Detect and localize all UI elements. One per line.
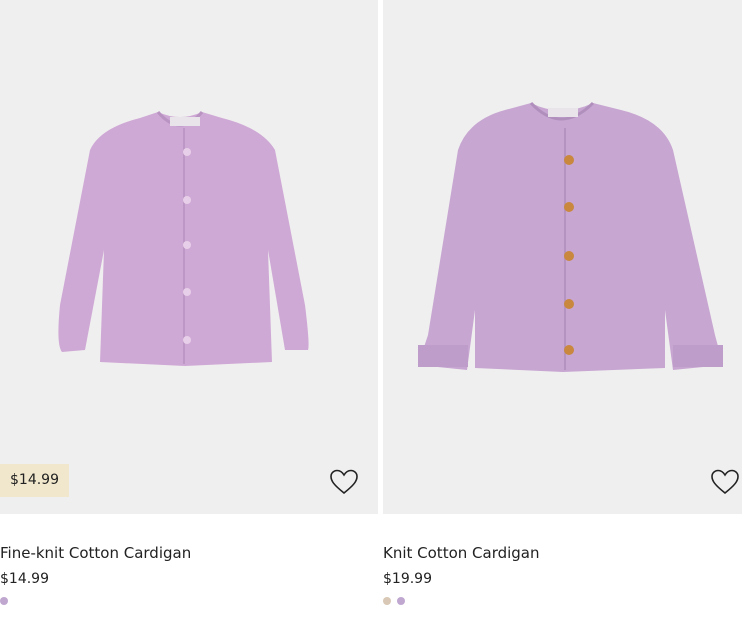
cardigan-image xyxy=(418,101,723,372)
product-price: $19.99 xyxy=(383,571,432,587)
favorite-button[interactable] xyxy=(709,466,741,498)
color-swatch-beige[interactable] xyxy=(383,597,391,605)
product-price: $14.99 xyxy=(0,571,49,587)
favorite-button[interactable] xyxy=(328,466,360,498)
heart-outline-icon xyxy=(330,469,358,495)
color-swatches xyxy=(383,597,742,605)
price-badge: $14.99 xyxy=(0,464,69,497)
heart-outline-icon xyxy=(711,469,739,495)
product-image[interactable]: $14.99 xyxy=(0,0,378,514)
color-swatches xyxy=(0,597,378,605)
product-card[interactable]: $14.99 Fine-knit Cotton Cardigan $14.99 xyxy=(0,0,378,605)
cardigan-image xyxy=(58,111,309,366)
product-name[interactable]: Fine-knit Cotton Cardigan xyxy=(0,544,378,562)
color-swatch-lilac[interactable] xyxy=(397,597,405,605)
product-name[interactable]: Knit Cotton Cardigan xyxy=(383,544,742,562)
product-image[interactable] xyxy=(383,0,742,514)
product-card[interactable]: Knit Cotton Cardigan $19.99 xyxy=(383,0,742,605)
color-swatch-lilac[interactable] xyxy=(0,597,8,605)
